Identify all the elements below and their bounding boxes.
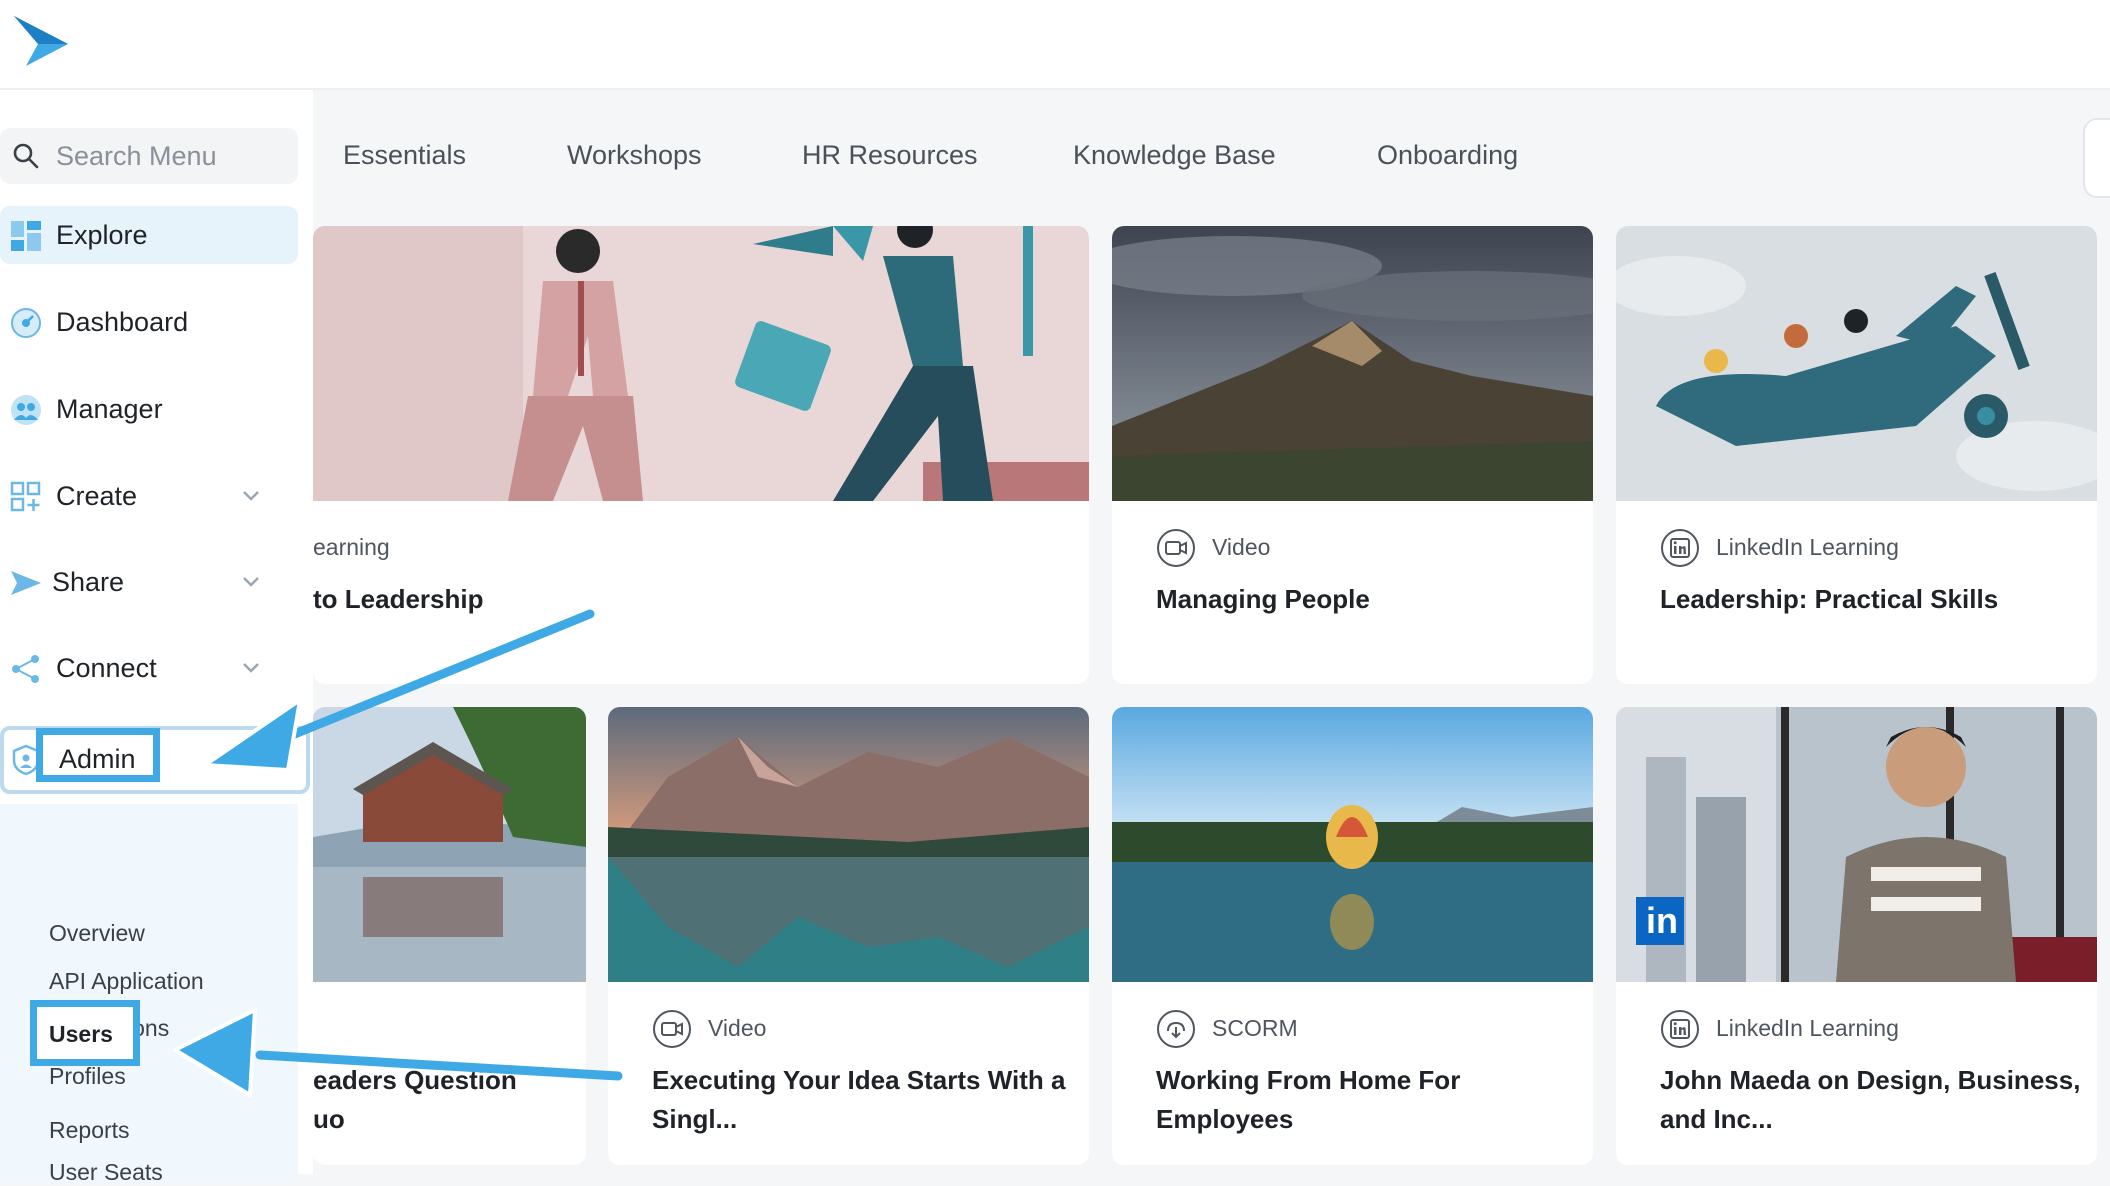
sidebar-item-explore[interactable]: Explore <box>0 206 298 264</box>
linkedin-icon <box>1660 1009 1700 1054</box>
submenu-item-users[interactable]: Users <box>30 1000 140 1066</box>
sidebar-item-label: Create <box>56 481 138 511</box>
submenu-item-profiles[interactable]: Profiles <box>49 1063 126 1090</box>
video-camera-icon <box>1156 528 1196 573</box>
card-type-label: Video <box>1212 534 1271 560</box>
card-thumbnail-image <box>1112 707 1593 982</box>
sidebar-item-label: Explore <box>56 220 148 250</box>
card-thumbnail-image <box>608 707 1089 982</box>
card-title: John Maeda on Design, Business, and Inc.… <box>1660 1065 2081 1134</box>
sidebar-item-admin[interactable]: Admin <box>0 726 310 794</box>
card-type-label: SCORM <box>1212 1015 1298 1041</box>
card-type-label: earning <box>313 534 390 560</box>
sidebar-item-connect[interactable]: Connect <box>0 639 298 697</box>
chevron-down-icon[interactable] <box>242 661 260 679</box>
card-thumbnail-illustration <box>313 226 1089 501</box>
submenu-item-overview[interactable]: Overview <box>49 920 145 947</box>
search-icon <box>12 142 40 175</box>
create-blocks-icon <box>10 481 42 518</box>
card-thumbnail-illustration <box>1616 226 2097 501</box>
card-title: eaders Question uo <box>313 1065 517 1134</box>
tab-knowledge-base[interactable]: Knowledge Base <box>1073 140 1276 171</box>
submenu-item-reports[interactable]: Reports <box>49 1117 130 1144</box>
sidebar-item-label: Manager <box>56 394 163 424</box>
card-title: to Leadership <box>313 584 484 614</box>
tab-essentials[interactable]: Essentials <box>343 140 466 171</box>
content-card[interactable]: eaders Question uo <box>313 707 586 1165</box>
tab-workshops[interactable]: Workshops <box>567 140 702 171</box>
search-menu-input[interactable]: Search Menu <box>0 128 298 184</box>
sidebar-item-manager[interactable]: Manager <box>0 380 298 438</box>
scorm-package-icon <box>1156 1009 1196 1054</box>
dashboard-gauge-icon <box>10 307 42 344</box>
linkedin-icon <box>1660 528 1700 573</box>
card-type-label: LinkedIn Learning <box>1716 1015 1899 1041</box>
sidebar-item-label: Connect <box>56 653 157 683</box>
sidebar-item-label: Dashboard <box>56 307 189 337</box>
content-card[interactable]: SCORM Working From Home For Employees <box>1112 707 1593 1165</box>
search-placeholder: Search Menu <box>56 141 217 171</box>
card-title: Executing Your Idea Starts With a Singl.… <box>652 1065 1066 1134</box>
chevron-down-icon[interactable] <box>242 575 260 593</box>
card-thumbnail-image <box>1112 226 1593 501</box>
people-icon <box>10 394 42 431</box>
sidebar-item-label: Share <box>52 567 125 597</box>
sidebar-item-create[interactable]: Create <box>0 467 298 525</box>
content-card[interactable]: Video Executing Your Idea Starts With a … <box>608 707 1089 1165</box>
video-camera-icon <box>652 1009 692 1054</box>
sidebar-item-label: Admin <box>59 744 136 774</box>
svg-text:in: in <box>1646 900 1678 941</box>
send-icon <box>10 567 42 604</box>
share-nodes-icon <box>10 653 42 690</box>
card-title: Leadership: Practical Skills <box>1660 584 1999 614</box>
sidebar-item-dashboard[interactable]: Dashboard <box>0 293 298 351</box>
chevron-down-icon[interactable] <box>242 489 260 507</box>
sidebar-item-share[interactable]: Share <box>0 553 298 611</box>
app-logo-icon[interactable] <box>12 14 70 73</box>
category-tabs: Essentials Workshops HR Resources Knowle… <box>313 88 2110 223</box>
submenu-item-users-label: Users <box>49 1021 113 1047</box>
content-card[interactable]: earning to Leadership <box>313 226 1089 684</box>
card-thumbnail-image <box>313 707 586 982</box>
content-card[interactable]: in LinkedIn Learning John Maeda on Desig… <box>1616 707 2097 1165</box>
grid-icon <box>10 220 42 257</box>
card-title: Working From Home For Employees <box>1156 1065 1461 1134</box>
content-card[interactable]: Video Managing People <box>1112 226 1593 684</box>
top-bar <box>0 0 2110 90</box>
card-thumbnail-image: in <box>1616 707 2097 982</box>
tab-hr-resources[interactable]: HR Resources <box>802 140 978 171</box>
content-search-button[interactable] <box>2083 118 2110 198</box>
submenu-item-user-seats[interactable]: User Seats <box>49 1159 163 1186</box>
submenu-item-api-application[interactable]: API Application <box>49 968 204 995</box>
card-type-label: LinkedIn Learning <box>1716 534 1899 560</box>
admin-submenu: Overview API Application Integrations Pr… <box>0 804 298 1186</box>
card-type-label: Video <box>708 1015 767 1041</box>
tab-onboarding[interactable]: Onboarding <box>1377 140 1518 171</box>
admin-highlight-box: Admin <box>36 728 160 782</box>
card-title: Managing People <box>1156 584 1370 614</box>
content-card[interactable]: LinkedIn Learning Leadership: Practical … <box>1616 226 2097 684</box>
